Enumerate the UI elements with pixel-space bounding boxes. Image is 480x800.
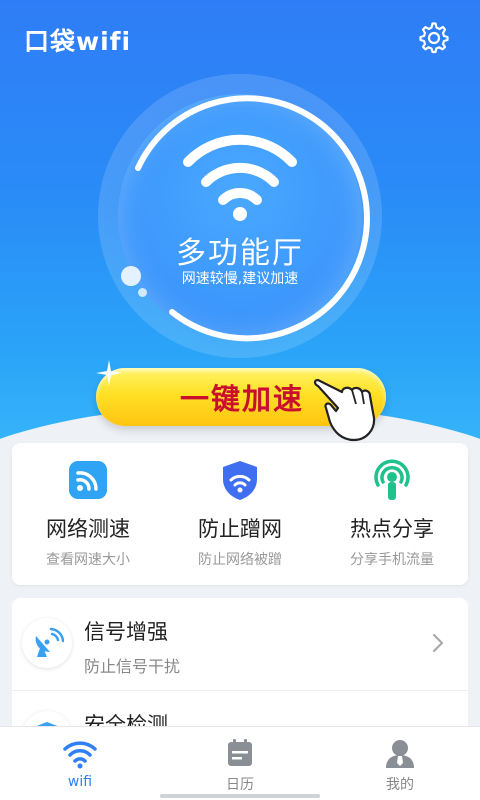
speed-test-icon [69,461,107,499]
hero-title: 多功能厅 [176,236,304,271]
list-item-signal-boost[interactable]: 信号增强 防止信号干扰 [12,598,468,691]
tab-profile[interactable]: 我的 [320,727,480,800]
tab-label: 我的 [386,777,414,793]
tool-subtitle: 查看网速大小 [46,552,130,568]
gear-icon[interactable] [416,20,452,56]
hotspot-icon [374,459,410,500]
boost-button-label: 一键加速 [180,382,305,416]
bottom-tab-bar: wifi 日历 我的 [0,726,480,800]
app-title: 口袋wifi [24,27,132,56]
tool-title: 热点分享 [350,517,434,541]
tab-label: wifi [67,774,93,790]
tool-subtitle: 防止网络被蹭 [198,552,282,568]
tab-label: 日历 [226,777,254,793]
feature-list-card: 信号增强 防止信号干扰 安全检测 [12,598,468,738]
tool-subtitle: 分享手机流量 [350,552,434,568]
sparkle-icon [96,360,122,386]
tool-speed-test[interactable]: 网络测速 查看网速大小 [12,443,164,585]
shield-wifi-icon [223,461,257,500]
tab-wifi[interactable]: wifi [0,727,160,800]
decor-dot-large [121,266,141,286]
list-item-subtitle: 防止信号干扰 [84,657,181,676]
user-icon [386,740,414,768]
chevron-right-icon [432,633,444,653]
tool-hotspot-share[interactable]: 热点分享 分享手机流量 [316,443,468,585]
calendar-icon [228,739,252,766]
hero-subtitle: 网速较慢,建议加速 [181,271,299,287]
tool-anti-leech[interactable]: 防止蹭网 防止网络被蹭 [164,443,316,585]
tools-card: 网络测速 查看网速大小 防止蹭网 防止网络被蹭 热点分享 分享手机流量 [12,443,468,585]
wifi-icon [63,741,97,769]
home-indicator [160,794,320,798]
wifi-icon [183,134,297,221]
list-item-title: 信号增强 [84,620,168,644]
decor-dot-small [138,288,147,297]
hand-pointer-icon [313,378,376,442]
tool-title: 防止蹭网 [198,517,282,541]
tab-calendar[interactable]: 日历 [160,727,320,800]
tool-title: 网络测速 [46,517,130,541]
signal-dish-icon [22,618,72,668]
